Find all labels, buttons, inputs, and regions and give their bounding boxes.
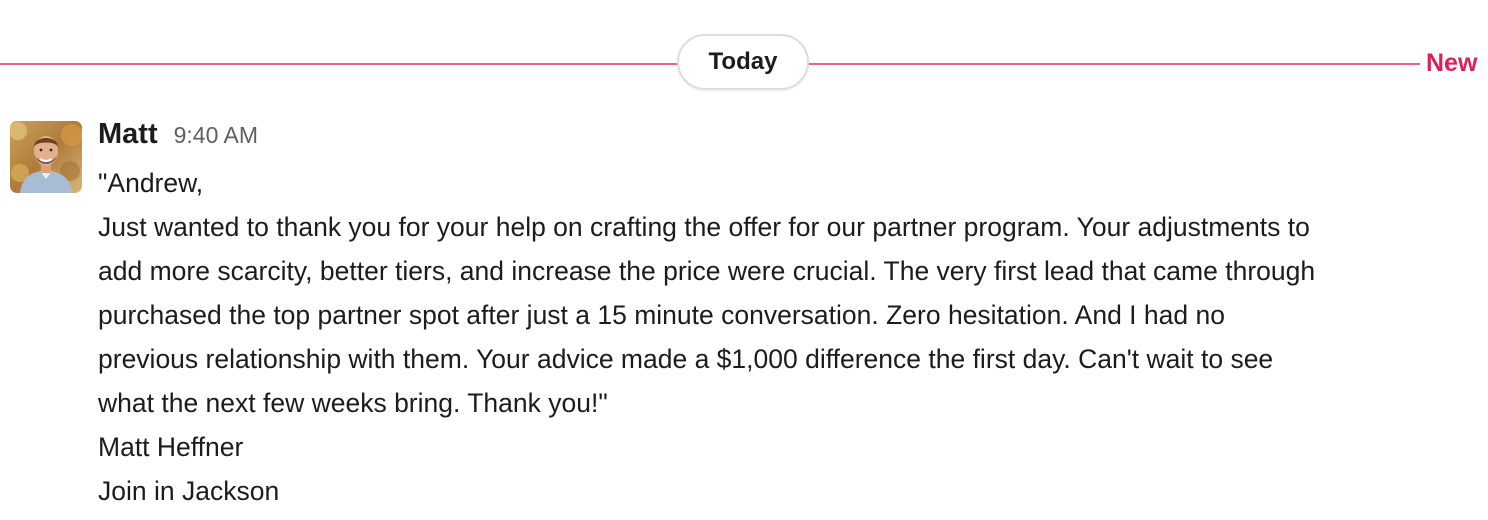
message-line: "Andrew, [98,168,204,198]
user-photo-avatar-icon [10,121,82,193]
message-line: previous relationship with them. Your ad… [98,344,1274,374]
message-line: what the next few weeks bring. Thank you… [98,388,608,418]
avatar[interactable] [10,121,82,193]
message-line: Join in Jackson [98,476,280,506]
message-timestamp[interactable]: 9:40 AM [174,122,258,149]
message-body: "Andrew, Just wanted to thank you for yo… [98,161,1483,513]
message-item[interactable]: Matt 9:40 AM "Andrew, Just wanted to tha… [0,110,1488,520]
sender-name[interactable]: Matt [98,118,158,151]
message-line: Matt Heffner [98,432,244,462]
date-divider-button[interactable]: Today [677,34,809,90]
divider-line-right [808,63,1420,65]
new-messages-label: New [1426,49,1478,77]
message-line: add more scarcity, better tiers, and inc… [98,256,1316,286]
divider-line-left [0,63,680,65]
message-line: purchased the top partner spot after jus… [98,300,1225,330]
message-line: Just wanted to thank you for your help o… [98,212,1310,242]
new-messages-divider: Today New [0,0,1488,110]
message-header: Matt 9:40 AM [98,118,258,158]
